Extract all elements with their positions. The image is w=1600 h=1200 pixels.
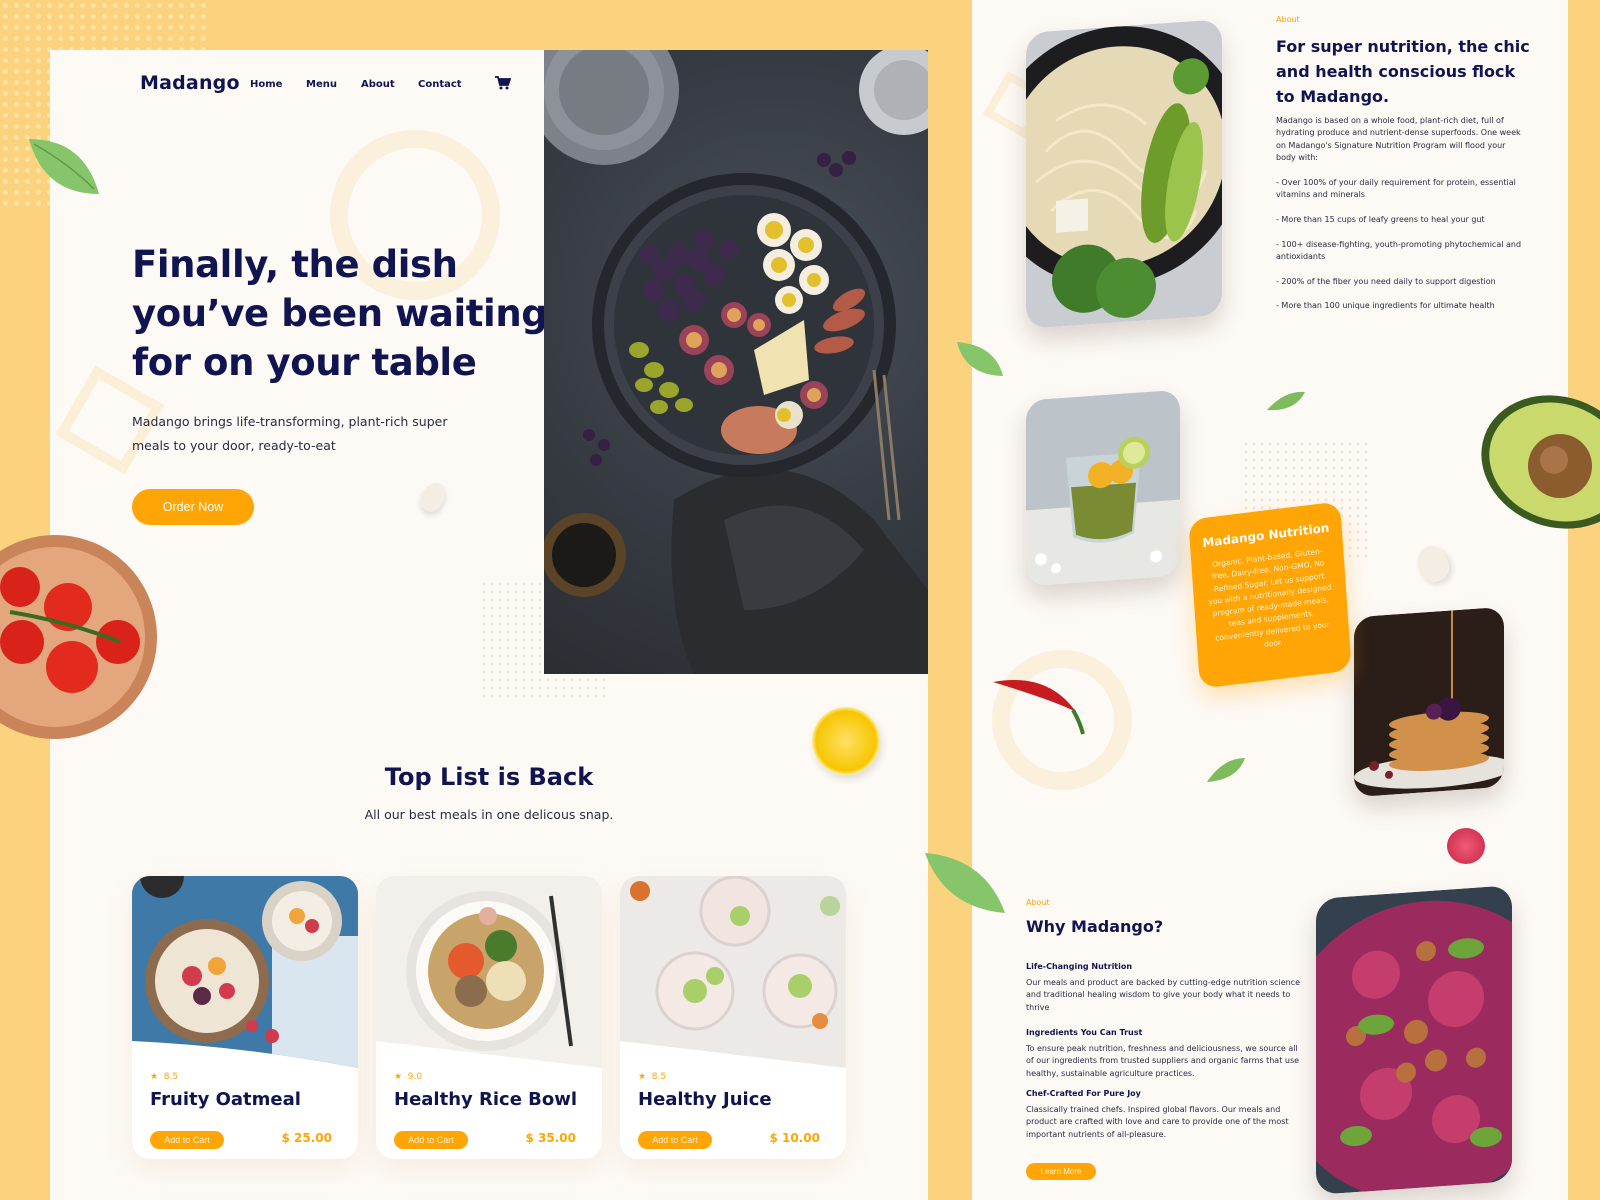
rating-value: 8.5	[651, 1072, 667, 1082]
nav-home[interactable]: Home	[250, 79, 282, 90]
about-bullet: - More than 100 unique ingredients for u…	[1276, 301, 1495, 310]
order-now-button[interactable]: Order Now	[132, 489, 254, 525]
top-list-subtitle: All our best meals in one delicous snap.	[364, 807, 614, 822]
rating: ★ 8.5	[638, 1072, 667, 1082]
hero-title: Finally, the dish you’ve been waiting fo…	[132, 240, 552, 387]
nav-contact[interactable]: Contact	[418, 79, 462, 90]
hero-title-line: Finally, the dish	[132, 243, 458, 286]
rating-value: 8.5	[163, 1072, 179, 1082]
add-to-cart-button[interactable]: Add to Cart	[394, 1131, 468, 1149]
why-heading: Chef-Crafted For Pure Joy	[1026, 1089, 1141, 1098]
avocado-image	[1481, 395, 1600, 529]
meal-card[interactable]: ★ 9.0 Healthy Rice Bowl Add to Cart $ 35…	[376, 876, 602, 1159]
mint-leaf-image	[29, 139, 99, 194]
nutrition-text: Organic, Plant-based, Gluten-free, Dairy…	[1208, 546, 1332, 649]
meal-price: $ 35.00	[525, 1131, 576, 1145]
hero-title-line: for on your table	[132, 341, 477, 384]
hero-title-line: you’ve been waiting	[132, 292, 548, 335]
mint-leaf-image	[1267, 391, 1305, 411]
tomato-bowl-image	[0, 535, 157, 739]
chia-pudding-photo	[1026, 389, 1180, 587]
meal-name: Fruity Oatmeal	[150, 1089, 301, 1110]
meal-photo	[132, 876, 358, 1068]
section-label: About	[1276, 15, 1300, 24]
about-intro: Madango is based on a whole food, plant-…	[1276, 116, 1521, 163]
brand-logo[interactable]: Madango	[140, 72, 240, 94]
meal-price: $ 10.00	[769, 1131, 820, 1145]
nav-menu[interactable]: Menu	[306, 79, 337, 90]
mint-leaf-image	[925, 853, 1005, 913]
meal-photo	[620, 876, 846, 1068]
why-text: Classically trained chefs. Inspired glob…	[1026, 1105, 1289, 1139]
meal-card[interactable]: ★ 8.5 Fruity Oatmeal Add to Cart $ 25.00	[132, 876, 358, 1159]
why-heading: Life-Changing Nutrition	[1026, 962, 1133, 971]
hero-subtitle: Madango brings life-transforming, plant-…	[132, 414, 448, 453]
why-title: Why Madango?	[1026, 917, 1164, 936]
why-heading: Ingredients You Can Trust	[1026, 1028, 1143, 1037]
chili-pepper-image	[993, 680, 1085, 735]
meal-price: $ 25.00	[281, 1131, 332, 1145]
nutrition-card: Madango Nutrition Organic, Plant-based, …	[1188, 501, 1352, 689]
mint-leaf-image	[957, 342, 1003, 376]
learn-more-button[interactable]: Learn More	[1026, 1163, 1096, 1180]
add-to-cart-button[interactable]: Add to Cart	[150, 1131, 224, 1149]
about-title: For super nutrition, the chic and health…	[1276, 37, 1530, 106]
section-label: About	[1026, 898, 1050, 907]
pancakes-photo	[1354, 606, 1504, 798]
why-text: Our meals and product are backed by cutt…	[1026, 978, 1301, 1012]
colorful-dish-photo	[1316, 885, 1512, 1195]
garlic-clove-image	[415, 478, 451, 516]
meal-name: Healthy Rice Bowl	[394, 1089, 578, 1110]
meal-photo	[376, 876, 602, 1068]
meal-name: Healthy Juice	[638, 1089, 772, 1110]
rating: ★ 9.0	[394, 1072, 423, 1082]
landing-page: Madango Home Menu About Contact Finally,…	[50, 50, 928, 1200]
about-bullet: - More than 15 cups of leafy greens to h…	[1276, 215, 1485, 224]
mint-leaf-image	[1207, 758, 1245, 782]
add-to-cart-button[interactable]: Add to Cart	[638, 1131, 712, 1149]
top-list-title: Top List is Back	[384, 763, 594, 791]
about-bullet: - 200% of the fiber you need daily to su…	[1276, 277, 1496, 286]
rating-value: 9.0	[407, 1072, 423, 1082]
top-nav: Madango Home Menu About Contact	[50, 50, 550, 130]
noodle-bowl-photo	[1026, 19, 1222, 329]
hero-food-photo	[544, 50, 928, 674]
meal-card[interactable]: ★ 8.5 Healthy Juice Add to Cart $ 10.00	[620, 876, 846, 1159]
raspberry-image	[1447, 828, 1485, 864]
nav-about[interactable]: About	[361, 79, 395, 90]
about-bullet: - Over 100% of your daily requirement fo…	[1276, 178, 1516, 200]
why-text: To ensure peak nutrition, freshness and …	[1026, 1044, 1300, 1078]
rating: ★ 8.5	[150, 1072, 179, 1082]
cart-icon[interactable]	[495, 76, 511, 90]
about-bullet: - 100+ disease-fighting, youth-promoting…	[1276, 240, 1522, 262]
